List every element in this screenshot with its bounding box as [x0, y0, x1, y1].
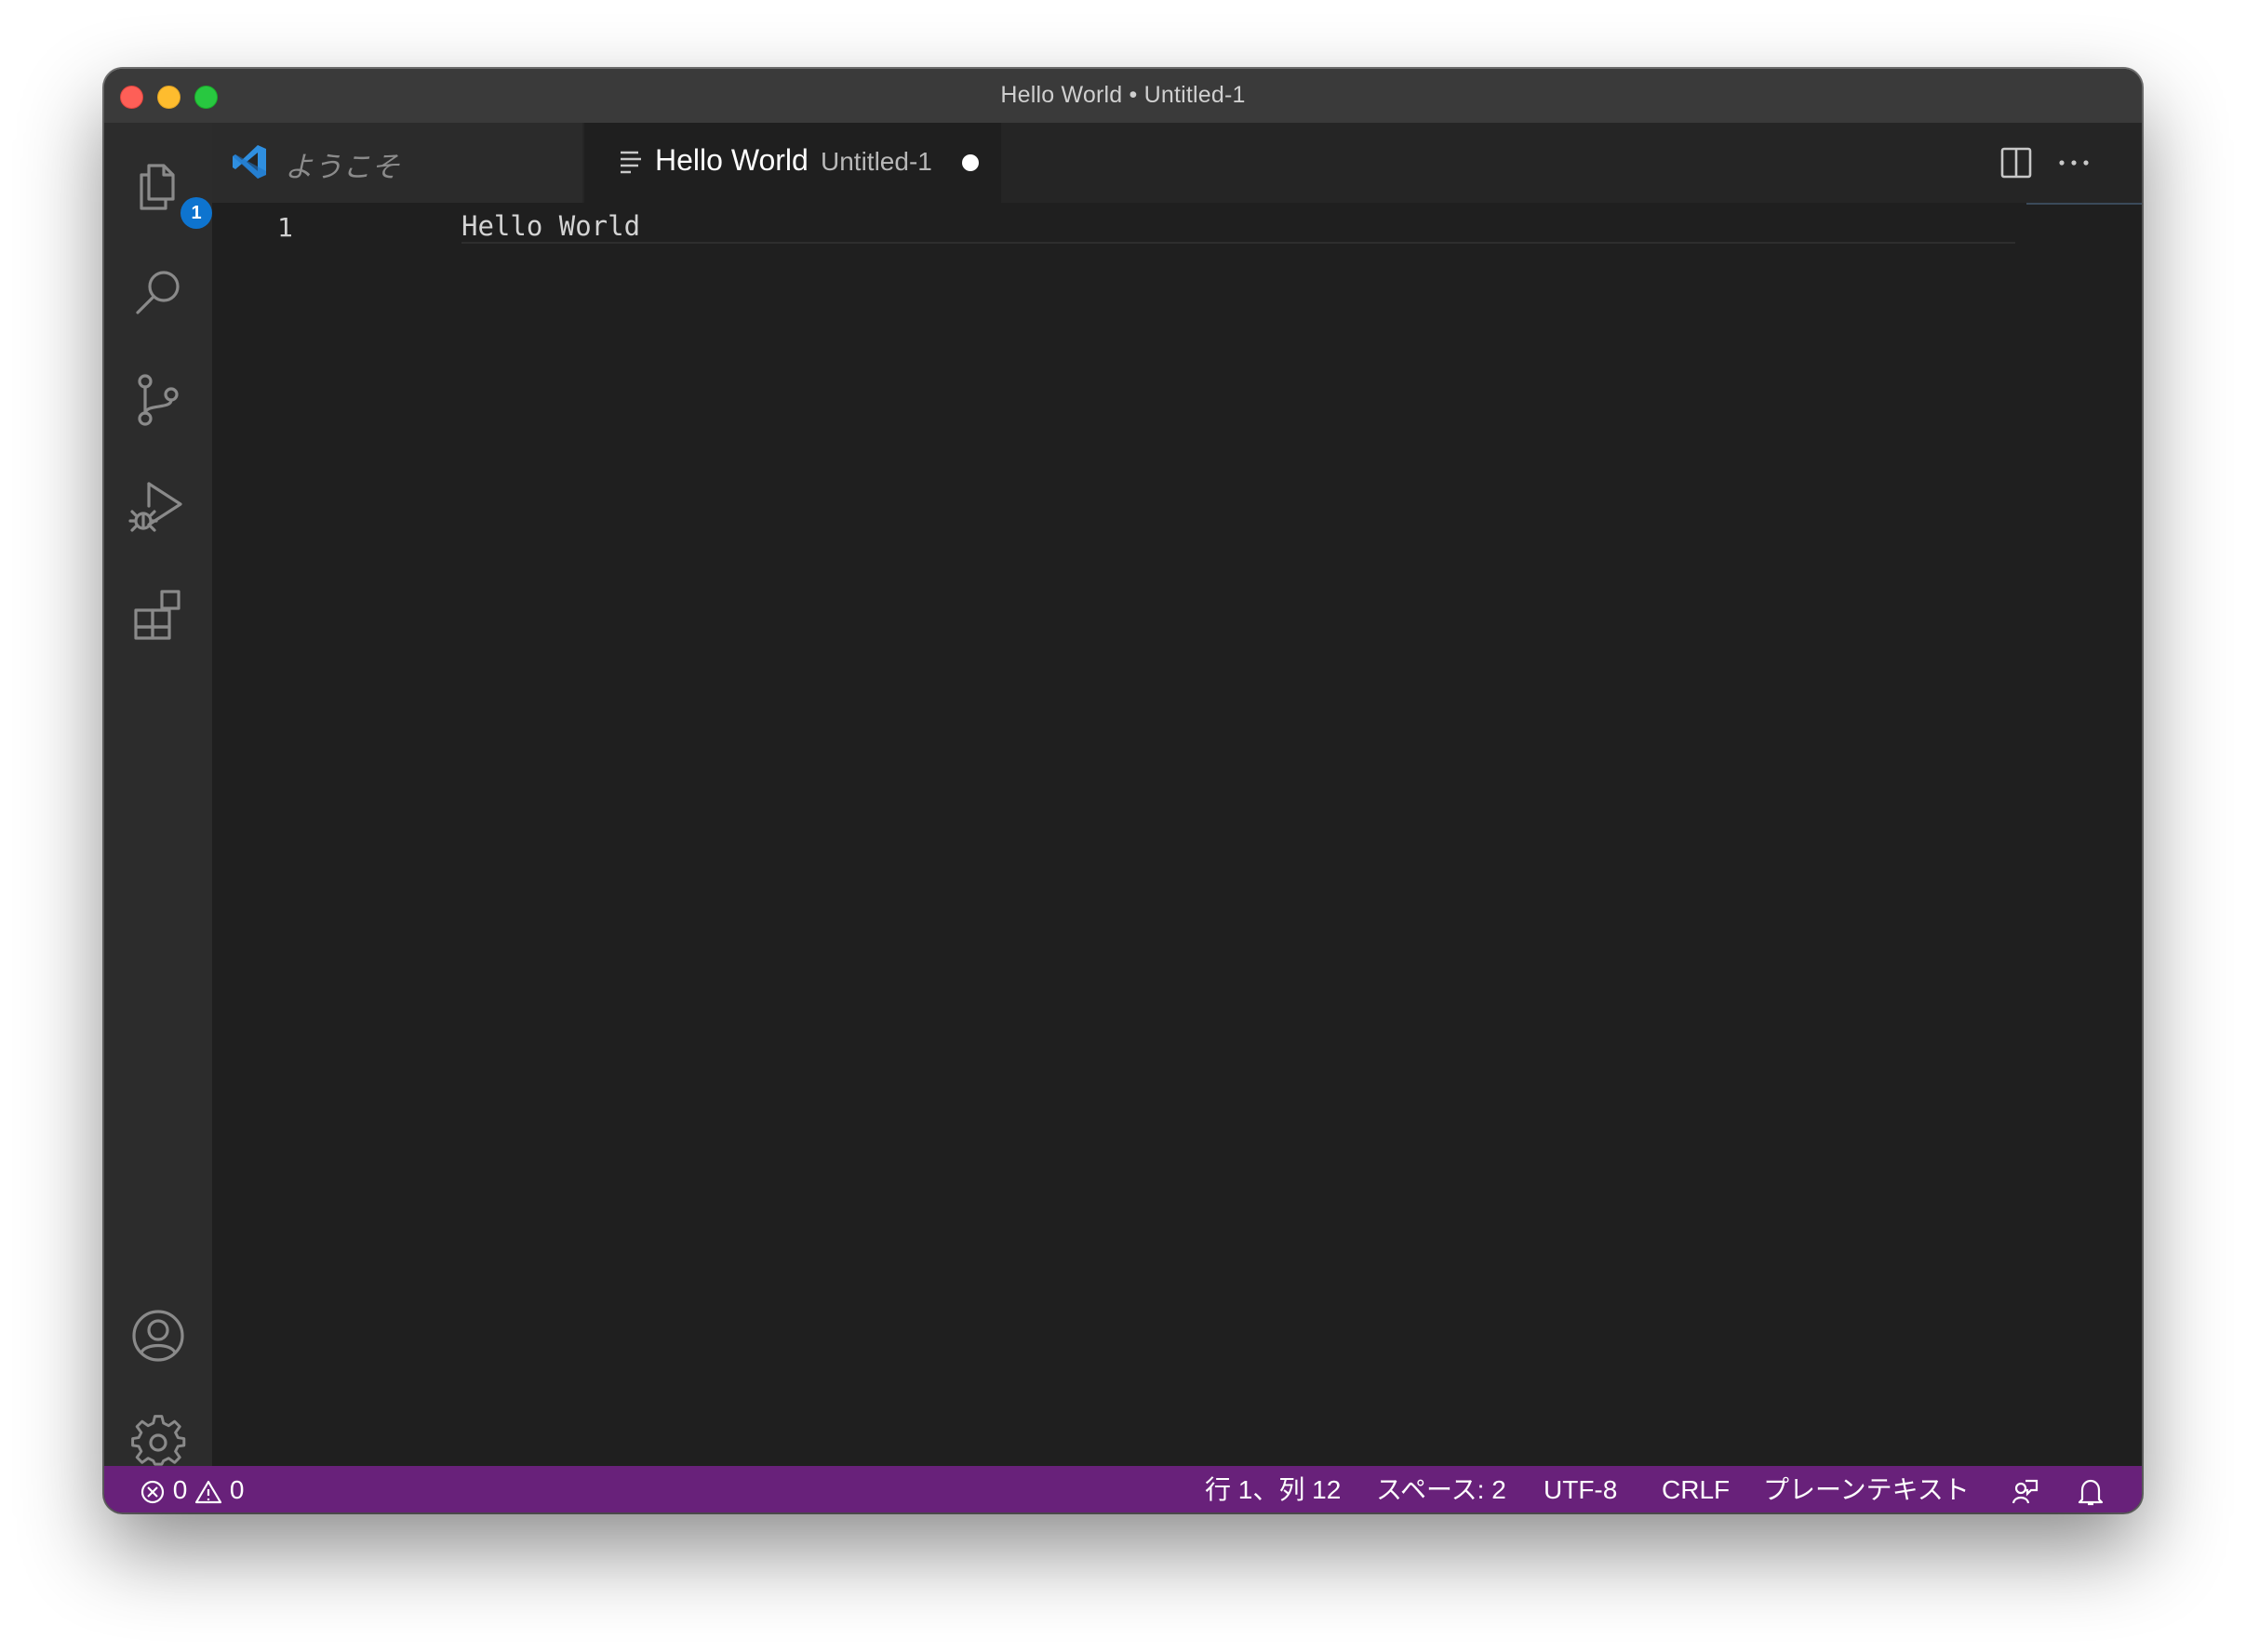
search-icon[interactable] — [128, 262, 188, 322]
editor-actions — [1993, 140, 2105, 186]
error-icon — [140, 1480, 165, 1503]
tab-hello-world[interactable]: Hello World Untitled-1 — [584, 123, 1001, 203]
window-title: Hello World • Untitled-1 — [1000, 82, 1246, 108]
unsaved-changes-dot[interactable] — [962, 154, 979, 171]
warning-count: 0 — [229, 1475, 245, 1504]
explorer-icon[interactable]: 1 — [128, 156, 212, 229]
tab-welcome[interactable]: ようこそ — [212, 123, 582, 203]
line-number: 1 — [277, 212, 293, 243]
notifications-bell-icon[interactable] — [2077, 1473, 2105, 1507]
tab-hello-world-label: Hello World — [655, 143, 809, 177]
split-editor-icon[interactable] — [1993, 140, 2039, 186]
tab-bar: ようこそ Hello World Untitled-1 — [212, 123, 2142, 203]
vscode-logo-icon — [233, 145, 266, 179]
warning-icon — [195, 1480, 222, 1503]
language-mode-status[interactable]: プレーンテキスト — [1763, 1473, 1970, 1507]
tab-hello-world-description: Untitled-1 — [821, 147, 932, 176]
more-actions-icon[interactable] — [2051, 140, 2097, 186]
editor-area[interactable]: 1 Hello World — [212, 203, 2142, 1466]
feedback-icon[interactable] — [2010, 1473, 2039, 1507]
tab-welcome-label: ようこそ — [285, 151, 400, 183]
explorer-badge: 1 — [180, 197, 212, 229]
error-count: 0 — [172, 1475, 188, 1504]
minimap[interactable] — [2026, 203, 2142, 205]
activity-bar: 1 — [104, 123, 212, 1466]
current-line-highlight — [461, 203, 2015, 244]
indentation-status[interactable]: スペース: 2 — [1376, 1473, 1506, 1507]
text-file-icon — [621, 151, 641, 174]
encoding-status[interactable]: UTF-8 — [1544, 1473, 1617, 1507]
status-bar: 0 0 行 1、列 12 スペース: 2 UTF-8 CRLF プレーンテキスト — [104, 1466, 2142, 1512]
problems-status[interactable]: 0 0 — [140, 1473, 245, 1507]
vscode-window: Hello World • Untitled-1 1 ようこそ Hello Wo… — [104, 69, 2142, 1512]
title-bar: Hello World • Untitled-1 — [104, 69, 2142, 124]
account-icon[interactable] — [128, 1306, 188, 1366]
editor-line-text[interactable]: Hello World — [461, 210, 640, 242]
extensions-icon[interactable] — [128, 584, 188, 644]
cursor-position-status[interactable]: 行 1、列 12 — [1205, 1473, 1341, 1507]
run-debug-icon[interactable] — [128, 478, 188, 538]
source-control-icon[interactable] — [128, 370, 188, 430]
line-ending-status[interactable]: CRLF — [1662, 1473, 1730, 1507]
settings-gear-icon[interactable] — [128, 1412, 188, 1472]
